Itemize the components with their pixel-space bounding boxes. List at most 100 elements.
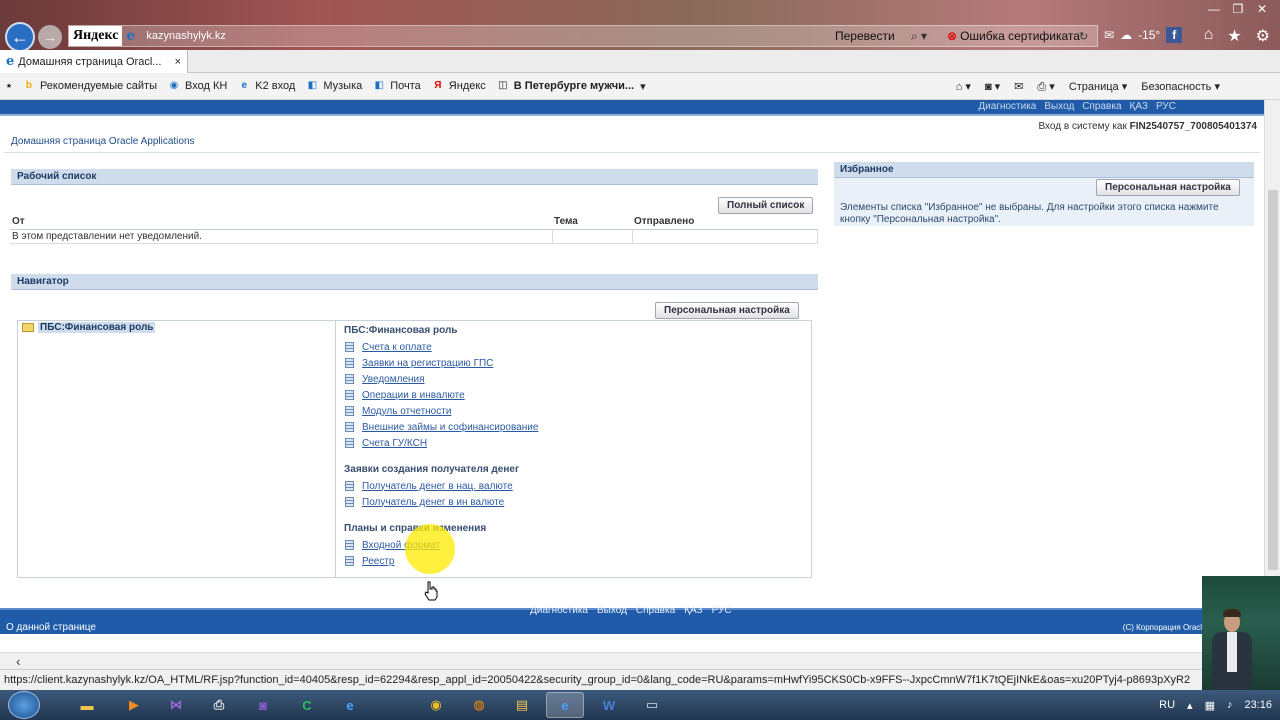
function-link[interactable]: Счета к оплате [362,342,432,353]
favorites-dropdown-arrow[interactable]: ▾ [640,80,646,93]
reload-icon[interactable]: ↻ [1079,30,1088,43]
word-icon[interactable]: W [590,692,628,718]
footer-link-help[interactable]: Справка [636,605,675,616]
onenote-icon[interactable]: ◙ [244,692,282,718]
function-item[interactable]: Счета ГУ/КСН [344,435,804,451]
chrome-icon[interactable]: ◉ [417,692,455,718]
weather-widget[interactable]: ✉ ☁ -15° f [1104,27,1183,43]
global-link-kaz[interactable]: ҚАЗ [1130,101,1148,112]
favorite-item[interactable]: ◧ Почта [372,79,421,93]
visual-studio-icon[interactable]: ⋈ [157,692,195,718]
function-item[interactable]: Заявки на регистрацию ГПС [344,355,804,371]
weather-temp: -15° [1138,28,1161,42]
global-link-logout[interactable]: Выход [1044,101,1074,112]
camtasia-icon[interactable]: C [288,692,326,718]
favorite-item[interactable]: b Рекомендуемые сайты [22,79,157,93]
footer-link-logout[interactable]: Выход [597,605,627,616]
folder-taskbar-icon[interactable]: ▤ [503,692,541,718]
scrollbar-thumb[interactable] [1268,190,1278,570]
tree-root-item[interactable]: ПБС:Финансовая роль [22,322,156,333]
window-app-icon[interactable]: ▭ [633,692,671,718]
global-link-rus[interactable]: РУС [1156,101,1176,112]
volume-icon[interactable]: ♪ [1227,699,1233,711]
footer-link-rus[interactable]: РУС [712,605,732,616]
column-sent[interactable]: Отправлено [632,215,818,230]
certificate-error-button[interactable]: ⊗ Ошибка сертификата [947,29,1080,43]
function-item[interactable]: Счета к оплате [344,339,804,355]
favorite-label: Музыка [323,80,363,92]
firefox-icon[interactable]: ◍ [460,692,498,718]
favorites-star-add-icon[interactable]: ⭑ [6,80,12,93]
navigator-personalize-button[interactable]: Персональная настройка [655,302,799,319]
function-item[interactable]: Уведомления [344,371,804,387]
printer-app-icon[interactable]: ⎙ [200,692,238,718]
home-cmd-icon[interactable]: ⌂ ▾ [956,80,971,93]
favorites-star-icon[interactable]: ★ [1227,26,1241,46]
function-link[interactable]: Модуль отчетности [362,406,451,417]
facebook-icon[interactable]: f [1166,27,1183,43]
network-icon[interactable]: ▦ [1205,699,1215,712]
back-button[interactable]: ← [5,22,35,52]
column-subject[interactable]: Тема [552,215,632,230]
function-item[interactable]: Операции в инвалюте [344,387,804,403]
function-item[interactable]: Модуль отчетности [344,403,804,419]
ie-taskbar-icon[interactable]: e [331,692,369,718]
function-link[interactable]: Заявки на регистрацию ГПС [362,358,493,369]
breadcrumb[interactable]: Домашняя страница Oracle Applications [11,136,195,147]
tab-close-icon[interactable]: × [175,56,181,68]
favorite-item[interactable]: ◫ В Петербурге мужчи... [496,79,634,93]
scroll-left-icon[interactable]: ‹ [16,653,21,669]
function-link[interactable]: Получатель денег в нац. валюте [362,481,513,492]
function-link[interactable]: Операции в инвалюте [362,390,465,401]
footer-link-kaz[interactable]: ҚАЗ [684,605,702,616]
column-from[interactable]: От [10,215,552,230]
address-url[interactable]: kazynashylyk.kz [146,30,746,42]
favorite-item[interactable]: e K2 вход [237,79,296,93]
favorites-personalize-button[interactable]: Персональная настройка [1096,179,1240,196]
full-list-button[interactable]: Полный список [718,197,814,214]
favorite-item[interactable]: Я Яндекс [431,79,486,93]
browser-title-bar: — ❐ ✕ ← → Яндекс e kazynashylyk.kz Перев… [0,0,1280,52]
settings-gear-icon[interactable]: ⚙ [1256,26,1270,46]
language-indicator[interactable]: RU [1159,699,1175,711]
security-menu[interactable]: Безопасность ▾ [1141,80,1220,93]
start-button[interactable] [8,691,40,719]
function-link[interactable]: Реестр [362,556,395,567]
about-page-link[interactable]: О данной странице [6,622,96,633]
minimize-icon[interactable]: — [1202,0,1226,18]
favorite-item[interactable]: ◉ Вход КН [167,79,228,93]
forward-button[interactable]: → [38,25,62,49]
function-item[interactable]: Получатель денег в ин валюте [344,494,804,510]
ie-active-taskbar-icon[interactable]: e [546,692,584,718]
mail-cmd-icon[interactable]: ✉ [1014,80,1023,93]
close-icon[interactable]: ✕ [1250,0,1274,18]
address-bar[interactable]: Яндекс e kazynashylyk.kz Перевести ⌕ ▾ ⊗… [68,25,1098,47]
function-item[interactable]: Получатель денег в нац. валюте [344,478,804,494]
media-player-icon[interactable]: ▶ [115,692,153,718]
vertical-scrollbar[interactable] [1264,100,1280,652]
tab-oracle-home[interactable]: e Домашняя страница Oracl... × [0,50,188,73]
explorer-icon[interactable]: ▬ [68,692,106,718]
page-menu[interactable]: Страница ▾ [1069,80,1127,93]
horizontal-scrollbar[interactable]: ‹ [0,652,1280,669]
global-link-diagnostics[interactable]: Диагностика [978,101,1036,112]
print-icon[interactable]: ⎙ ▾ [1037,80,1054,94]
translate-button[interactable]: Перевести [835,29,895,43]
clock[interactable]: 23:16 [1244,699,1272,711]
maximize-icon[interactable]: ❐ [1226,0,1250,18]
function-link[interactable]: Уведомления [362,374,425,385]
home-icon[interactable]: ⌂ [1204,26,1214,46]
mail-icon[interactable]: ✉ [1104,28,1114,42]
function-item[interactable]: Внешние займы и софинансирование [344,419,804,435]
search-icon[interactable]: ⌕ ▾ [911,29,927,44]
function-link[interactable]: Счета ГУ/КСН [362,438,427,449]
function-link[interactable]: Внешние займы и софинансирование [362,422,538,433]
global-link-help[interactable]: Справка [1082,101,1121,112]
function-link[interactable]: Получатель денег в ин валюте [362,497,504,508]
login-prefix: Вход в систему как [1038,121,1127,132]
rss-icon[interactable]: ◙ ▾ [985,80,1000,93]
tray-arrow-icon[interactable]: ▴ [1187,699,1193,712]
page-content: Диагностика Выход Справка ҚАЗ РУС Вход в… [0,100,1264,652]
footer-link-diagnostics[interactable]: Диагностика [530,605,588,616]
favorite-item[interactable]: ◧ Музыка [305,79,363,93]
